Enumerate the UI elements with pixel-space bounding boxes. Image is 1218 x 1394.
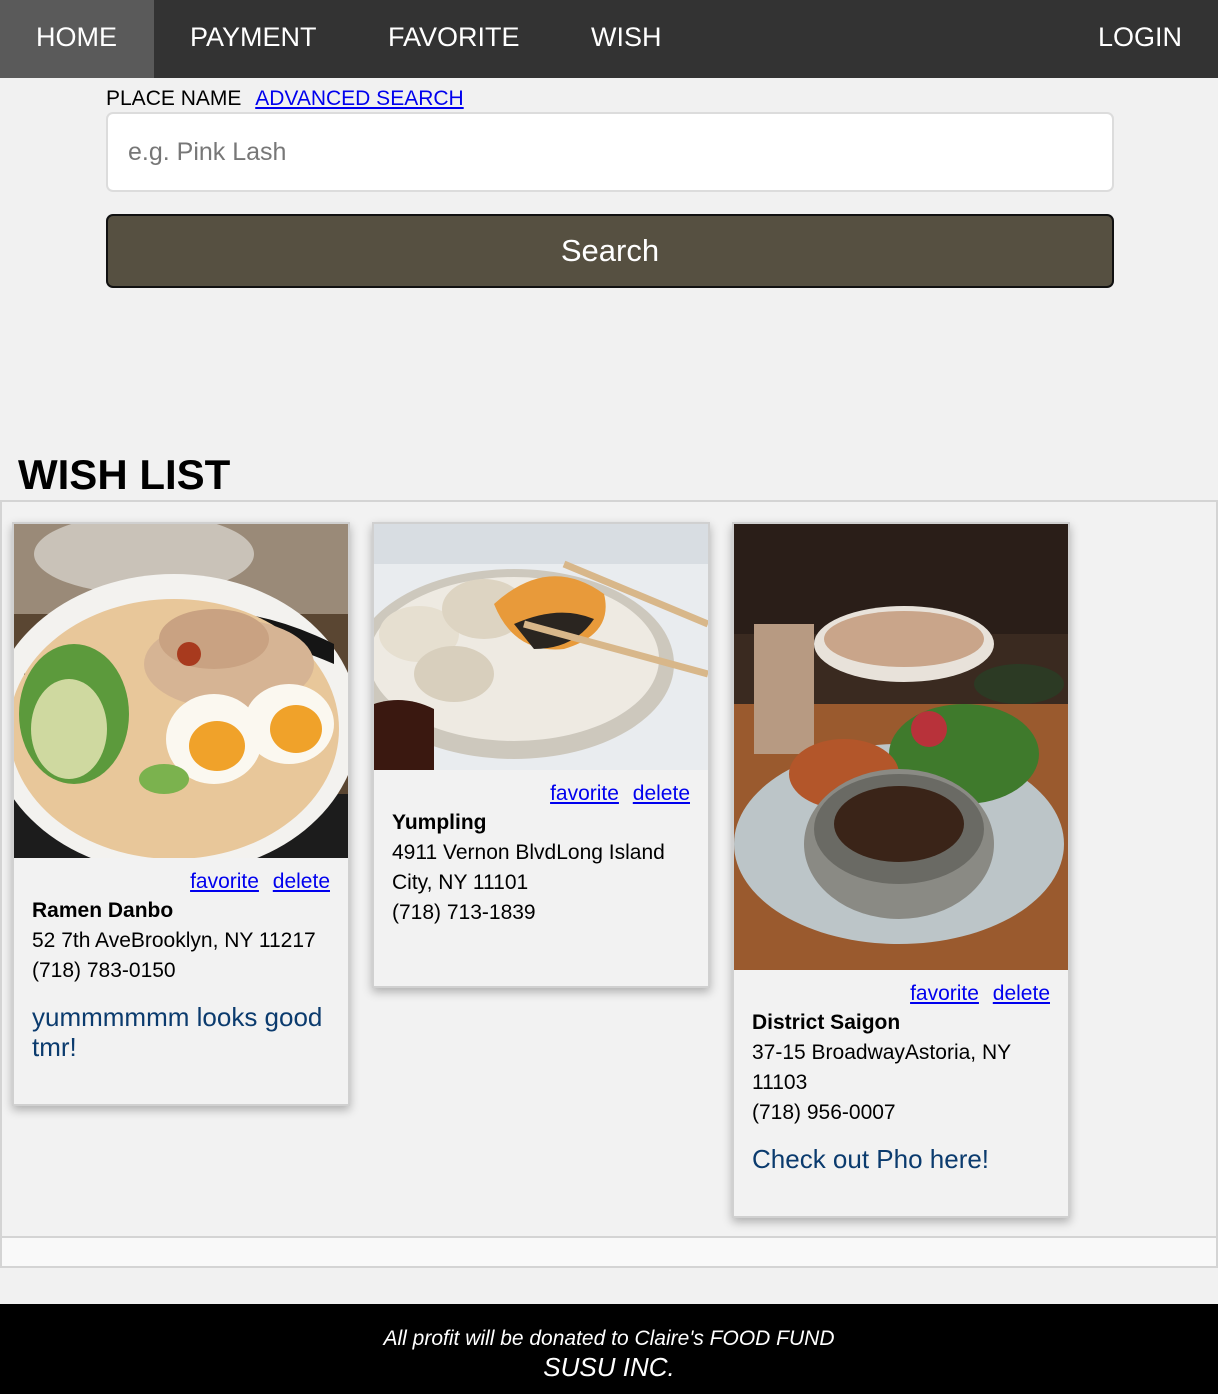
card-body: favorite delete Ramen Danbo 52 7th AveBr… <box>14 858 348 1080</box>
place-name: District Saigon <box>752 1011 901 1034</box>
place-address: 52 7th AveBrooklyn, NY 11217 <box>32 929 316 952</box>
favorite-link[interactable]: favorite <box>910 982 979 1005</box>
place-name: Yumpling <box>392 811 487 834</box>
wish-card: favorite delete Yumpling 4911 Vernon Blv… <box>372 522 710 988</box>
footer-company-name: SUSU INC. <box>543 1352 675 1382</box>
place-note: yummmmmm looks good tmr! <box>32 1002 323 1062</box>
pho-photo <box>734 524 1068 970</box>
card-body: favorite delete Yumpling 4911 Vernon Blv… <box>374 770 708 946</box>
card-actions: favorite delete <box>32 868 330 896</box>
delete-link[interactable]: delete <box>633 782 690 805</box>
delete-link[interactable]: delete <box>273 870 330 893</box>
top-nav: HOME PAYMENT FAVORITE WISH LOGIN <box>0 0 1218 78</box>
nav-payment[interactable]: PAYMENT <box>154 0 353 78</box>
dumpling-photo <box>374 524 708 770</box>
nav-home[interactable]: HOME <box>0 0 154 78</box>
favorite-link[interactable]: favorite <box>550 782 619 805</box>
ramen-photo <box>14 524 348 858</box>
place-note: Check out Pho here! <box>752 1144 990 1174</box>
search-label-row: PLACE NAME ADVANCED SEARCH <box>106 85 464 113</box>
place-name: Ramen Danbo <box>32 899 174 922</box>
favorite-link[interactable]: favorite <box>190 870 259 893</box>
footer: All profit will be donated to Claire's F… <box>0 1304 1218 1394</box>
place-name-label: PLACE NAME <box>106 87 242 110</box>
advanced-search-link[interactable]: ADVANCED SEARCH <box>255 87 463 110</box>
wish-card: favorite delete District Saigon 37-15 Br… <box>732 522 1070 1218</box>
card-actions: favorite delete <box>752 980 1050 1008</box>
place-name-input[interactable] <box>106 112 1114 192</box>
wish-card: favorite delete Ramen Danbo 52 7th AveBr… <box>12 522 350 1106</box>
nav-favorite[interactable]: FAVORITE <box>352 0 556 78</box>
nav-wish[interactable]: WISH <box>555 0 698 78</box>
nav-login[interactable]: LOGIN <box>1062 0 1218 78</box>
card-body: favorite delete District Saigon 37-15 Br… <box>734 970 1068 1192</box>
delete-link[interactable]: delete <box>993 982 1050 1005</box>
place-phone: (718) 783-0150 <box>32 959 176 982</box>
place-phone: (718) 713-1839 <box>392 901 536 924</box>
wish-list-title: WISH LIST <box>18 451 231 498</box>
wish-list-bottom-strip <box>0 1238 1218 1268</box>
place-address: 4911 Vernon BlvdLong Island City, NY 111… <box>392 841 665 894</box>
place-address: 37-15 BroadwayAstoria, NY 11103 <box>752 1041 1011 1094</box>
footer-donation-text: All profit will be donated to Claire's F… <box>383 1327 835 1350</box>
search-button[interactable]: Search <box>106 214 1114 288</box>
card-actions: favorite delete <box>392 780 690 808</box>
place-phone: (718) 956-0007 <box>752 1101 896 1124</box>
